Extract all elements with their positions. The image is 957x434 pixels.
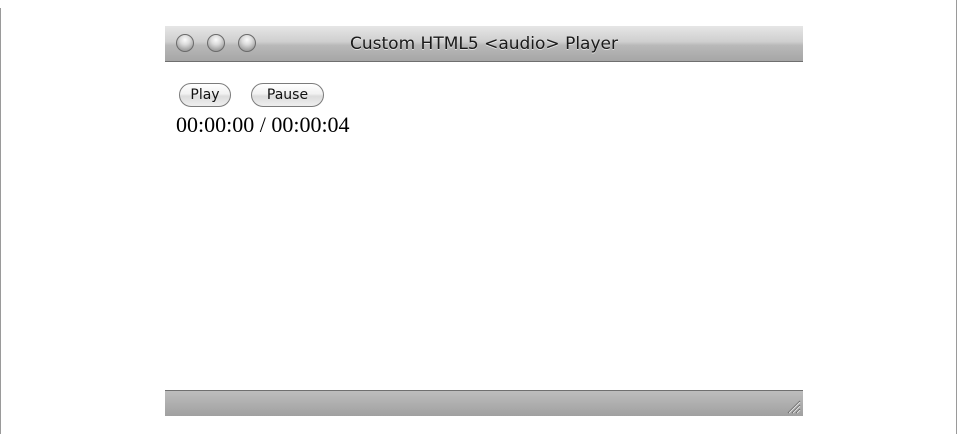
time-display: 00:00:00 / 00:00:04 [176,112,350,137]
play-button[interactable]: Play [179,83,231,107]
page-border-left [0,8,1,434]
window-content: Play Pause 00:00:00 / 00:00:04 [165,63,803,390]
window-title: Custom HTML5 <audio> Player [350,34,618,54]
browser-window: Custom HTML5 <audio> Player Play Pause 0… [165,26,803,416]
resize-grip-icon[interactable] [785,398,801,414]
screenshot-canvas: Custom HTML5 <audio> Player Play Pause 0… [0,0,957,434]
window-statusbar [165,390,803,416]
window-titlebar[interactable]: Custom HTML5 <audio> Player [165,26,803,62]
pause-button[interactable]: Pause [251,83,324,107]
